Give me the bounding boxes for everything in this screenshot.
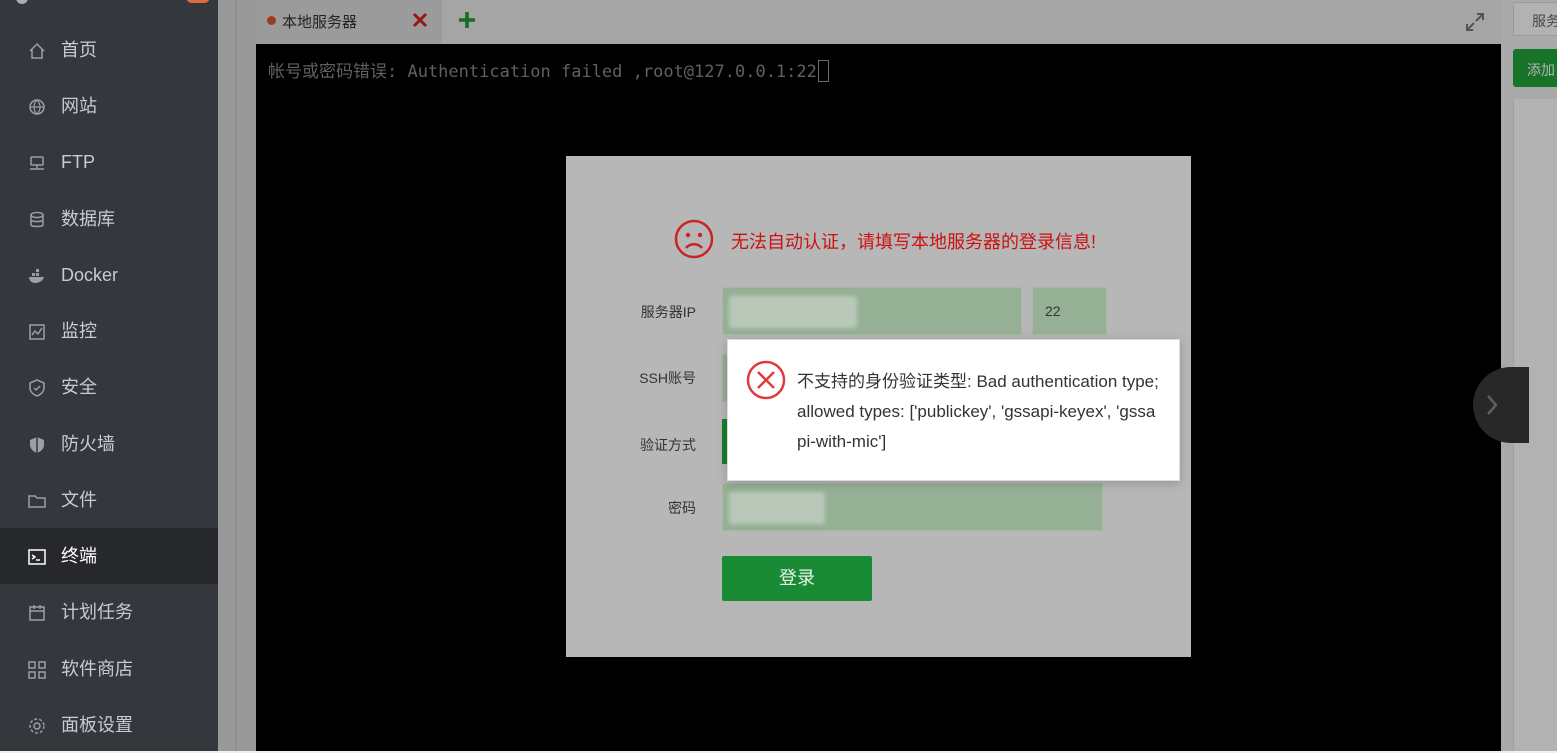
sidebar-item-label: 网站 bbox=[61, 96, 97, 116]
apps-grid-icon bbox=[28, 661, 46, 679]
logo-icon bbox=[16, 0, 28, 4]
sidebar-item-label: 数据库 bbox=[61, 209, 115, 229]
sidebar-item-label: 文件 bbox=[61, 490, 97, 510]
sidebar-item-database[interactable]: 数据库 bbox=[0, 191, 218, 247]
sad-face-icon bbox=[674, 219, 714, 259]
login-button[interactable]: 登录 bbox=[722, 556, 872, 601]
password-input[interactable] bbox=[722, 483, 1103, 531]
ftp-icon bbox=[30, 156, 44, 170]
sidebar-item-label: 计划任务 bbox=[61, 602, 133, 622]
auth-method-label: 验证方式 bbox=[640, 437, 696, 453]
redacted-value bbox=[729, 296, 857, 328]
sidebar-item-security[interactable]: 安全 bbox=[0, 359, 218, 415]
error-toast: 不支持的身份验证类型: Bad authentication type; all… bbox=[727, 339, 1180, 481]
globe-icon bbox=[29, 99, 45, 115]
firewall-shield-icon bbox=[30, 437, 44, 453]
modal-title: 无法自动认证，请填写本地服务器的登录信息! bbox=[731, 232, 1096, 252]
terminal-icon bbox=[28, 549, 46, 565]
sidebar-item-label: 面板设置 bbox=[61, 715, 133, 735]
sidebar-item-label: Docker bbox=[61, 265, 119, 285]
monitor-icon bbox=[29, 324, 45, 340]
gear-icon bbox=[29, 718, 45, 734]
sidebar-item-settings[interactable]: 面板设置 bbox=[0, 697, 218, 753]
sidebar-item-label: 首页 bbox=[61, 40, 97, 60]
password-label: 密码 bbox=[668, 500, 696, 516]
redacted-value bbox=[729, 492, 825, 524]
sidebar-item-app-store[interactable]: 软件商店 bbox=[0, 641, 218, 697]
sidebar-item-ftp[interactable]: FTP bbox=[0, 134, 218, 190]
sidebar-item-label: 安全 bbox=[61, 377, 97, 397]
server-ip-label: 服务器IP bbox=[640, 304, 696, 320]
notification-badge[interactable] bbox=[186, 0, 210, 3]
port-input[interactable]: 22 bbox=[1032, 287, 1107, 335]
error-circle-x-icon bbox=[746, 360, 786, 400]
sidebar-item-website[interactable]: 网站 bbox=[0, 78, 218, 134]
sidebar-item-firewall[interactable]: 防火墙 bbox=[0, 416, 218, 472]
sidebar-item-label: 监控 bbox=[61, 321, 97, 341]
server-ip-input[interactable] bbox=[722, 287, 1022, 335]
sidebar-item-label: 终端 bbox=[61, 546, 97, 566]
sidebar: 首页 网站 FTP 数据库 Docker 监控 安全 防火墙 文件 终端 计划任… bbox=[0, 0, 218, 751]
sidebar-item-home[interactable]: 首页 bbox=[0, 22, 218, 78]
sidebar-item-label: 防火墙 bbox=[61, 434, 115, 454]
docker-icon bbox=[29, 269, 44, 283]
sidebar-item-label: 软件商店 bbox=[61, 659, 133, 679]
sidebar-item-terminal[interactable]: 终端 bbox=[0, 528, 218, 584]
database-icon bbox=[30, 211, 44, 228]
sidebar-header bbox=[0, 0, 218, 14]
home-icon bbox=[29, 42, 45, 59]
sidebar-item-monitor[interactable]: 监控 bbox=[0, 303, 218, 359]
error-message: 不支持的身份验证类型: Bad authentication type; all… bbox=[797, 372, 1159, 451]
sidebar-item-files[interactable]: 文件 bbox=[0, 472, 218, 528]
sidebar-item-docker[interactable]: Docker bbox=[0, 247, 218, 303]
sidebar-item-cron[interactable]: 计划任务 bbox=[0, 584, 218, 640]
port-value: 22 bbox=[1045, 303, 1061, 319]
ssh-account-label: SSH账号 bbox=[639, 370, 696, 386]
shield-check-icon bbox=[29, 379, 45, 397]
sidebar-item-label: FTP bbox=[61, 152, 95, 172]
calendar-icon bbox=[29, 605, 45, 621]
folder-icon bbox=[28, 495, 46, 508]
